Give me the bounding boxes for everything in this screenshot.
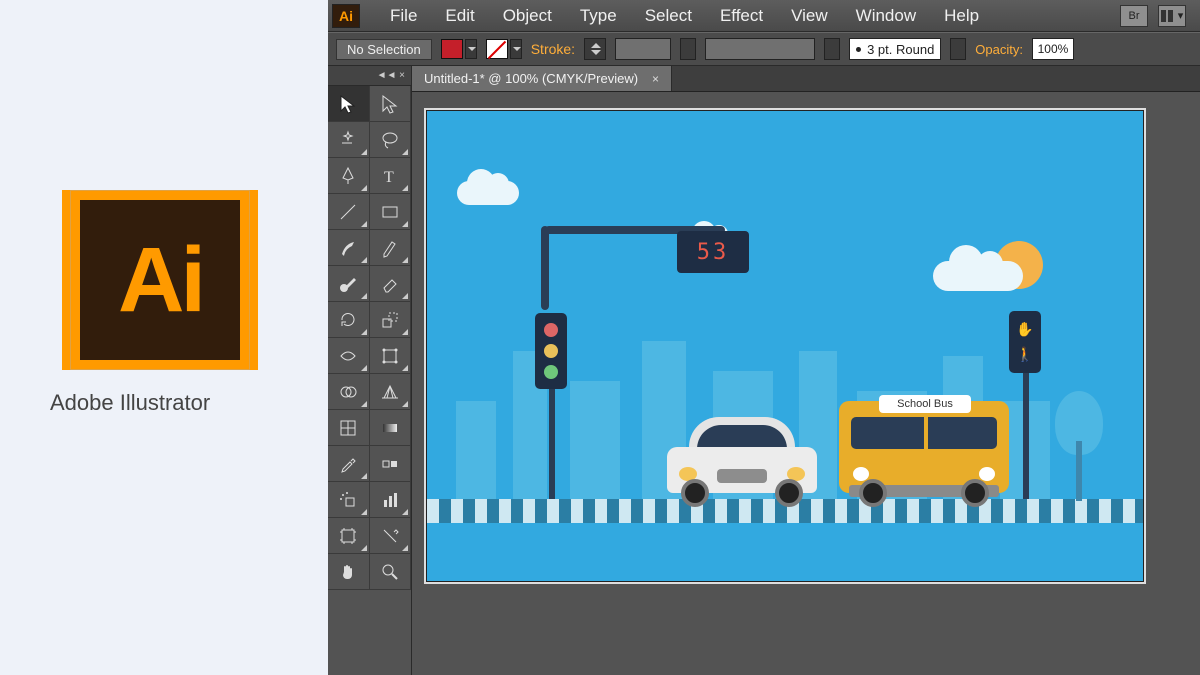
menu-type[interactable]: Type: [566, 0, 631, 32]
tool-panel-header[interactable]: ◄◄ ×: [328, 66, 411, 86]
mesh-tool[interactable]: [328, 410, 370, 446]
stroke-swatch[interactable]: [486, 39, 508, 59]
artwork-cloud: [933, 261, 1023, 291]
brush-preview-icon: [856, 47, 861, 52]
brush-definition[interactable]: 3 pt. Round: [849, 38, 941, 60]
artwork-ground: [427, 523, 1143, 581]
menu-bar: Ai File Edit Object Type Select Effect V…: [328, 0, 1200, 32]
stroke-weight-field[interactable]: [615, 38, 671, 60]
selection-status: No Selection: [336, 39, 432, 60]
zoom-tool[interactable]: [370, 554, 412, 590]
ai-logo: Ai: [70, 190, 250, 370]
symbol-sprayer-tool[interactable]: [328, 482, 370, 518]
canvas-viewport[interactable]: 53 ✋🚶: [412, 92, 1200, 675]
menu-edit[interactable]: Edit: [431, 0, 488, 32]
app-logo-icon[interactable]: Ai: [332, 4, 360, 28]
workspace: ◄◄ × T: [328, 66, 1200, 675]
direct-selection-tool[interactable]: [370, 86, 412, 122]
variable-width-dropdown[interactable]: [824, 38, 840, 60]
menu-select[interactable]: Select: [631, 0, 706, 32]
free-transform-tool[interactable]: [370, 338, 412, 374]
shape-builder-tool[interactable]: [328, 374, 370, 410]
lasso-tool[interactable]: [370, 122, 412, 158]
hand-tool[interactable]: [328, 554, 370, 590]
artwork-countdown: 53: [677, 231, 749, 273]
close-icon[interactable]: ×: [652, 72, 659, 86]
tool-grid: T: [328, 86, 411, 590]
graph-tool[interactable]: [370, 482, 412, 518]
bus-sign-label: School Bus: [879, 395, 971, 413]
layout-icon: [1168, 10, 1173, 22]
menu-file[interactable]: File: [376, 0, 431, 32]
selection-tool[interactable]: [328, 86, 370, 122]
type-tool[interactable]: T: [370, 158, 412, 194]
workspace-layout-button[interactable]: ▾: [1158, 5, 1186, 27]
document-tab[interactable]: Untitled-1* @ 100% (CMYK/Preview) ×: [412, 66, 672, 91]
fill-swatch[interactable]: [441, 39, 463, 59]
stroke-weight-dropdown[interactable]: [680, 38, 696, 60]
artboard-tool[interactable]: [328, 518, 370, 554]
perspective-grid-tool[interactable]: [370, 374, 412, 410]
stroke-dropdown[interactable]: [510, 39, 522, 59]
variable-width-profile[interactable]: [705, 38, 815, 60]
menu-help[interactable]: Help: [930, 0, 993, 32]
gradient-tool[interactable]: [370, 410, 412, 446]
artwork-school-bus: School Bus: [839, 393, 1009, 511]
blob-brush-tool[interactable]: [328, 266, 370, 302]
scale-tool[interactable]: [370, 302, 412, 338]
artwork-traffic-light: [541, 283, 561, 523]
artwork-pedestrian-light: ✋🚶: [1015, 283, 1035, 523]
menu-view[interactable]: View: [777, 0, 842, 32]
eraser-tool[interactable]: [370, 266, 412, 302]
illustrator-window: Ai File Edit Object Type Select Effect V…: [328, 0, 1200, 675]
menu-window[interactable]: Window: [842, 0, 930, 32]
blend-tool[interactable]: [370, 446, 412, 482]
bridge-button[interactable]: Br: [1120, 5, 1148, 27]
tool-panel: ◄◄ × T: [328, 66, 412, 675]
width-tool[interactable]: [328, 338, 370, 374]
opacity-label: Opacity:: [975, 42, 1023, 57]
artwork-cloud: [457, 181, 519, 205]
promo-sidebar: Ai Adobe Illustrator: [0, 0, 328, 675]
artwork-car: [667, 421, 817, 511]
stroke-label: Stroke:: [531, 41, 575, 57]
fill-dropdown[interactable]: [465, 39, 477, 59]
brush-name: 3 pt. Round: [867, 42, 934, 57]
layout-icon: [1161, 10, 1166, 22]
brush-dropdown[interactable]: [950, 38, 966, 60]
rotate-tool[interactable]: [328, 302, 370, 338]
stroke-swatch-group: [486, 39, 522, 59]
svg-text:T: T: [384, 169, 394, 186]
eyedropper-tool[interactable]: [328, 446, 370, 482]
magic-wand-tool[interactable]: [328, 122, 370, 158]
document-area: Untitled-1* @ 100% (CMYK/Preview) ×: [412, 66, 1200, 675]
pencil-tool[interactable]: [370, 230, 412, 266]
options-bar: No Selection Stroke: 3 pt. Round Opacity…: [328, 32, 1200, 66]
line-tool[interactable]: [328, 194, 370, 230]
document-tabstrip: Untitled-1* @ 100% (CMYK/Preview) ×: [412, 66, 1200, 92]
fill-swatch-group: [441, 39, 477, 59]
opacity-field[interactable]: 100%: [1032, 38, 1074, 60]
artwork-tree: [1061, 391, 1097, 501]
paintbrush-tool[interactable]: [328, 230, 370, 266]
rectangle-tool[interactable]: [370, 194, 412, 230]
menu-effect[interactable]: Effect: [706, 0, 777, 32]
artboard[interactable]: 53 ✋🚶: [426, 110, 1144, 582]
stroke-weight-stepper[interactable]: [584, 38, 606, 60]
menu-object[interactable]: Object: [489, 0, 566, 32]
pen-tool[interactable]: [328, 158, 370, 194]
promo-caption: Adobe Illustrator: [50, 390, 210, 416]
chevron-down-icon: ▾: [1178, 9, 1184, 22]
slice-tool[interactable]: [370, 518, 412, 554]
document-tab-title: Untitled-1* @ 100% (CMYK/Preview): [424, 71, 638, 86]
